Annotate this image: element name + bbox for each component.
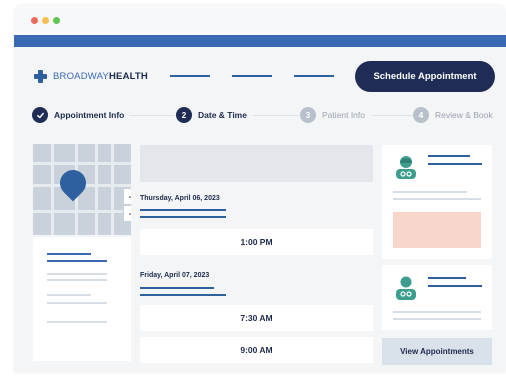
brand-logo[interactable]: BROADWAYHEALTH — [34, 69, 148, 83]
zoom-in-button[interactable]: + — [123, 188, 131, 205]
doctor-highlight-block — [393, 212, 481, 248]
location-map[interactable]: + − — [33, 144, 131, 235]
maximize-dot[interactable] — [53, 17, 60, 24]
location-info-card — [33, 237, 131, 361]
map-street — [33, 162, 131, 165]
step-number: 2 — [176, 107, 192, 123]
step-number: 3 — [300, 107, 316, 123]
step-label: Appointment Info — [54, 110, 125, 120]
browser-window: BROADWAYHEALTH Schedule Appointment Appo… — [14, 4, 506, 372]
date-underline — [140, 216, 226, 218]
doctor-info-line — [428, 163, 482, 165]
doctor-female-icon — [393, 153, 419, 179]
nav-link-1[interactable] — [170, 75, 210, 77]
step-connector — [129, 115, 175, 116]
date-heading: Thursday, April 06, 2023 — [140, 195, 220, 202]
nav-link-2[interactable] — [232, 75, 272, 77]
doctor-info-line — [428, 285, 482, 287]
check-icon — [32, 107, 48, 123]
step-label: Review & Book — [435, 110, 493, 120]
time-slot-button[interactable]: 9:00 AM — [140, 337, 373, 363]
doctor-info-line — [393, 318, 481, 320]
doctor-card[interactable] — [382, 265, 492, 330]
doctor-info-line — [393, 198, 481, 200]
step-number: 4 — [413, 107, 429, 123]
step-review-book[interactable]: 4 Review & Book — [413, 106, 493, 124]
date-underline — [140, 209, 226, 211]
step-label: Date & Time — [198, 110, 247, 120]
map-street — [111, 144, 114, 235]
info-line — [47, 273, 107, 275]
info-line — [47, 302, 107, 304]
doctor-info-line — [428, 277, 466, 279]
step-date-time[interactable]: 2 Date & Time — [176, 106, 247, 124]
nav-link-3[interactable] — [294, 75, 334, 77]
title-bar — [14, 4, 506, 35]
minimize-dot[interactable] — [42, 17, 49, 24]
doctor-card[interactable] — [382, 145, 492, 259]
calendar-header-placeholder — [140, 145, 373, 182]
info-line — [47, 260, 107, 262]
header-accent-bar — [14, 35, 506, 47]
step-appointment-info[interactable]: Appointment Info — [32, 106, 124, 124]
doctor-male-icon — [393, 274, 419, 300]
map-street — [51, 144, 54, 235]
time-slot-button[interactable]: 1:00 PM — [140, 229, 373, 255]
progress-stepper: Appointment Info 2 Date & Time 3 Patient… — [14, 104, 506, 126]
site-header: BROADWAYHEALTH Schedule Appointment — [14, 47, 506, 102]
step-label: Patient Info — [322, 110, 366, 120]
date-underline — [140, 287, 214, 289]
time-slot-button[interactable]: 7:30 AM — [140, 305, 373, 331]
info-line — [47, 321, 107, 323]
map-street — [33, 210, 131, 213]
brand-name: BROADWAYHEALTH — [53, 70, 148, 82]
date-heading: Friday, April 07, 2023 — [140, 272, 210, 279]
view-appointments-button[interactable]: View Appointments — [382, 338, 492, 365]
doctor-info-line — [393, 311, 481, 313]
step-connector — [372, 115, 414, 116]
close-dot[interactable] — [31, 17, 38, 24]
map-street — [95, 144, 98, 235]
info-line — [47, 253, 91, 255]
zoom-out-button[interactable]: − — [123, 205, 131, 222]
info-line — [47, 279, 107, 281]
step-connector — [253, 115, 299, 116]
schedule-appointment-button[interactable]: Schedule Appointment — [355, 61, 495, 92]
doctor-info-line — [428, 155, 470, 157]
date-underline — [140, 294, 226, 296]
cross-logo-icon — [34, 69, 47, 83]
step-patient-info[interactable]: 3 Patient Info — [300, 106, 365, 124]
doctor-info-line — [393, 191, 467, 193]
info-line — [47, 294, 91, 296]
location-pin-icon[interactable] — [54, 164, 92, 202]
